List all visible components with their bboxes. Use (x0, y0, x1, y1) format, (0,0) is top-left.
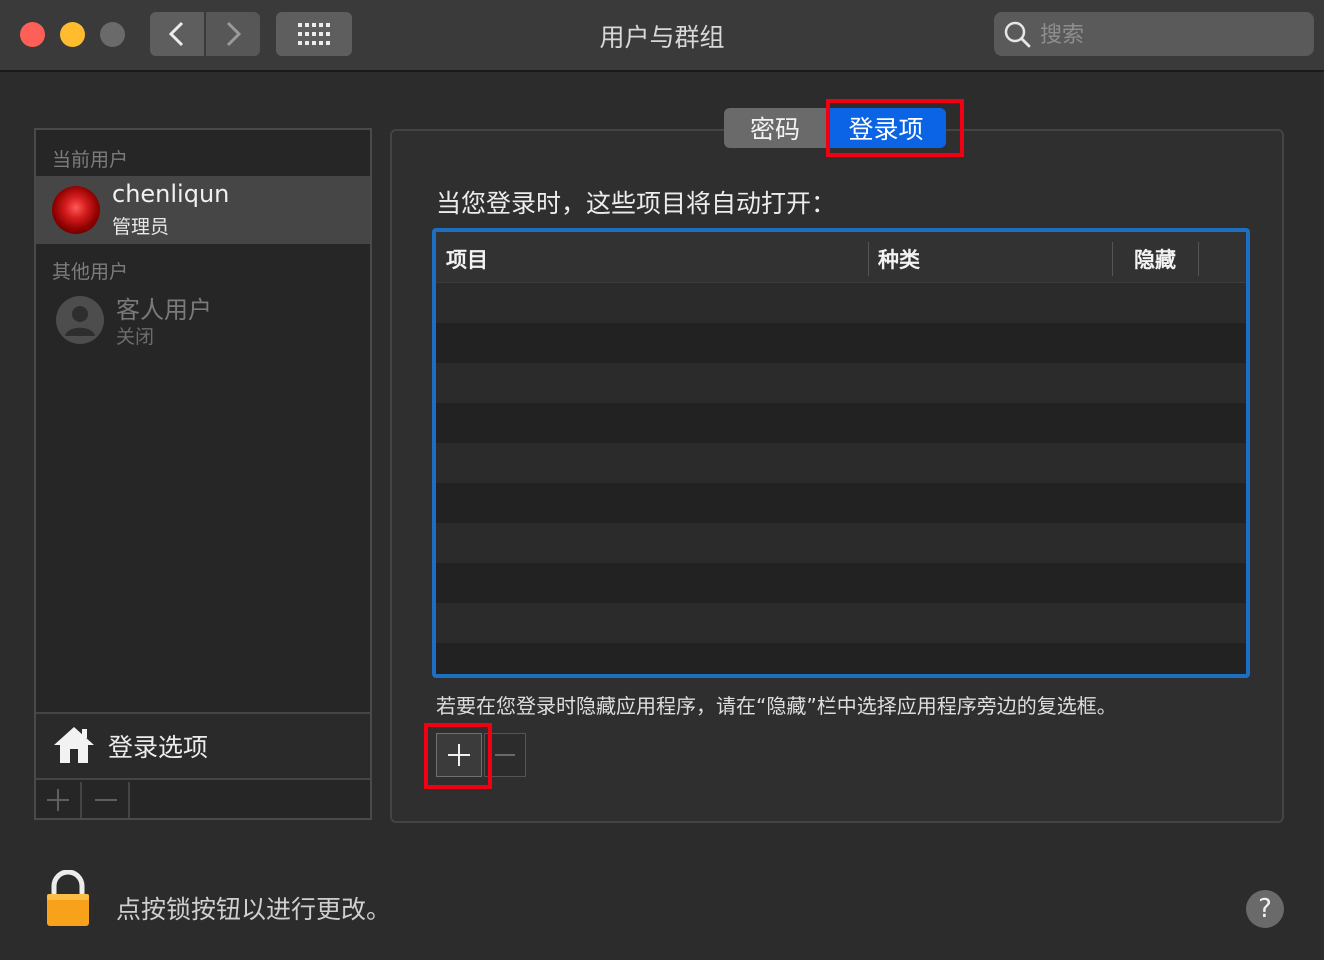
table-row (436, 523, 1246, 563)
search-icon (1004, 21, 1031, 48)
tab-highlight-annotation (826, 99, 964, 157)
table-row (436, 643, 1246, 674)
guest-user-name: 客人用户 (116, 296, 212, 324)
home-icon (54, 727, 94, 763)
plus-icon (47, 789, 69, 811)
table-body (436, 283, 1246, 674)
login-options-label: 登录选项 (108, 733, 209, 762)
table-row (436, 443, 1246, 483)
help-button[interactable]: ? (1246, 890, 1284, 928)
hide-hint-text: 若要在您登录时隐藏应用程序，请在“隐藏”栏中选择应用程序旁边的复选框。 (436, 694, 1117, 718)
login-options-item[interactable]: 登录选项 (36, 712, 370, 780)
column-kind-header[interactable]: 种类 (878, 244, 920, 274)
table-row (436, 363, 1246, 403)
table-row (436, 323, 1246, 363)
login-items-intro: 当您登录时，这些项目将自动打开： (436, 189, 837, 218)
table-row (436, 283, 1246, 323)
user-list-sidebar: 当前用户 chenliqun 管理员 其他用户 客人用户 关闭 登录选项 (34, 128, 372, 820)
add-user-button[interactable] (36, 782, 82, 818)
table-row (436, 403, 1246, 443)
guest-user-status: 关闭 (116, 326, 155, 348)
guest-avatar-icon (56, 296, 104, 344)
column-divider (1112, 242, 1113, 276)
minus-icon (95, 799, 117, 801)
avatar (52, 186, 100, 234)
search-input[interactable] (1038, 16, 1302, 54)
column-hide-header[interactable]: 隐藏 (1134, 244, 1176, 274)
column-divider (868, 242, 869, 276)
remove-user-button[interactable] (84, 782, 130, 818)
user-item-current[interactable]: chenliqun 管理员 (36, 176, 370, 244)
table-row (436, 563, 1246, 603)
lock-icon[interactable] (44, 870, 92, 928)
other-users-header: 其他用户 (52, 261, 129, 283)
tab-password[interactable]: 密码 (724, 108, 826, 148)
current-users-header: 当前用户 (52, 149, 129, 171)
add-button-highlight-annotation (424, 723, 492, 789)
minus-icon (495, 754, 515, 756)
login-items-table[interactable]: 项目 种类 隐藏 (432, 228, 1250, 678)
lock-message: 点按锁按钮以进行更改。 (116, 895, 392, 924)
user-role: 管理员 (112, 216, 170, 238)
column-item-header[interactable]: 项目 (446, 244, 488, 274)
search-field[interactable] (994, 12, 1314, 56)
table-header: 项目 种类 隐藏 (436, 232, 1246, 283)
user-item-guest[interactable]: 客人用户 关闭 (36, 282, 370, 350)
table-row (436, 483, 1246, 523)
user-name: chenliqun (112, 180, 230, 208)
title-bar: 用户与群组 (0, 0, 1324, 72)
table-row (436, 603, 1246, 643)
column-divider (1198, 242, 1199, 276)
